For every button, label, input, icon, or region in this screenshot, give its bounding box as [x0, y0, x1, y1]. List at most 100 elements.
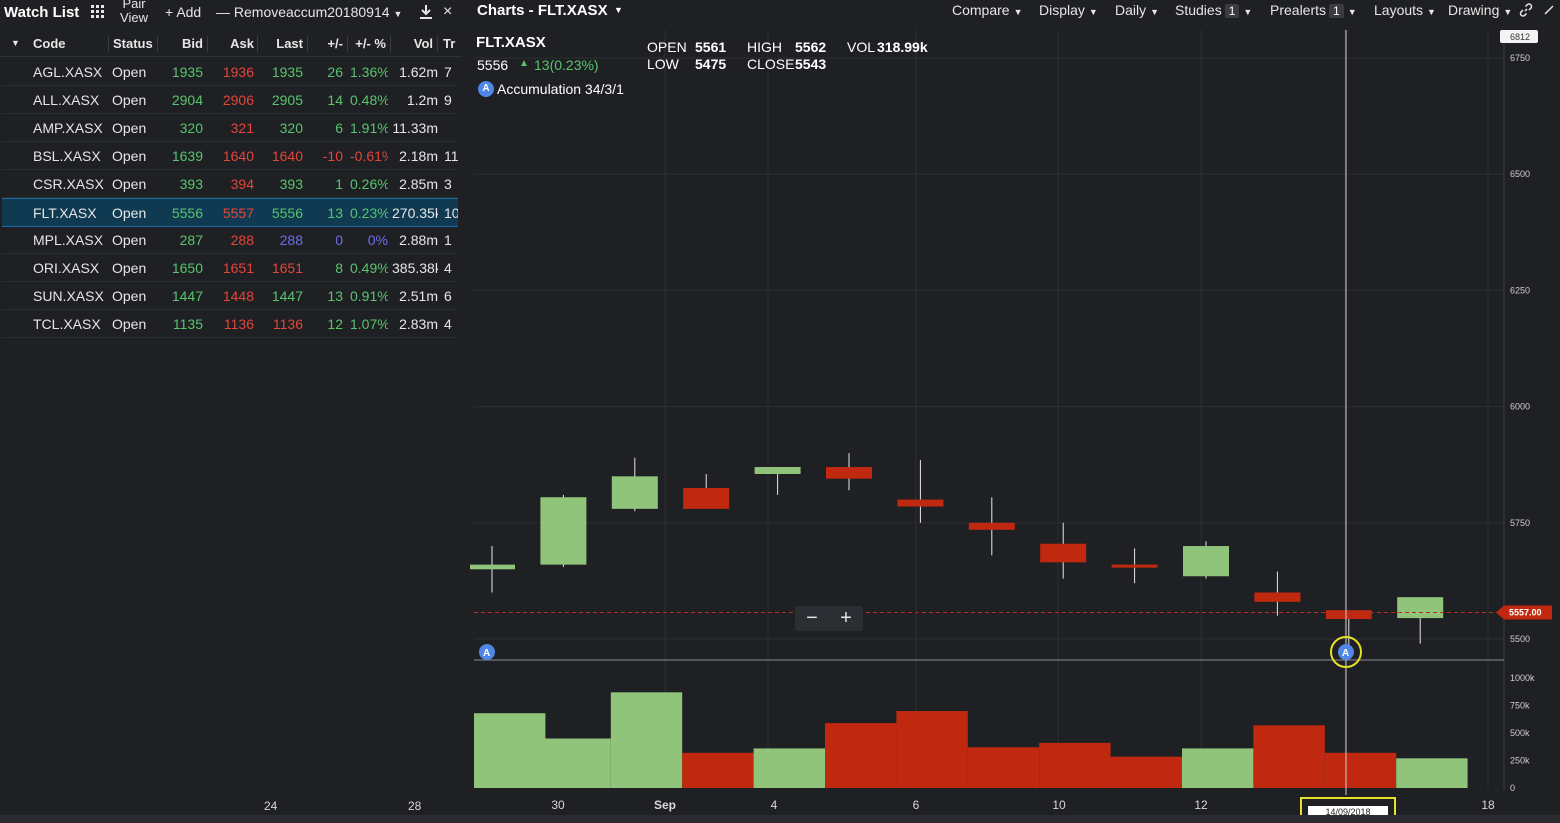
- col-change-pct[interactable]: +/- %: [348, 36, 386, 51]
- price-chart[interactable]: 6750 6500 6250 6000 5750 5500 6812 1000k 750k 500…: [470, 0, 1560, 823]
- open-value: 5561: [695, 39, 727, 55]
- cell-bid: 2904: [171, 92, 203, 108]
- volume-bar: [1396, 758, 1468, 788]
- col-last[interactable]: Last: [258, 36, 303, 51]
- cell-code: AMP.XASX: [33, 120, 103, 136]
- watchlist-row[interactable]: SUN.XASX Open 1447 1448 1447 13 0.91% 2.51m 6: [2, 282, 458, 310]
- volume-bar: [825, 723, 897, 788]
- cell-tr: 10: [444, 205, 458, 221]
- watchlist-row[interactable]: AMP.XASX Open 320 321 320 6 1.91% 11.33m: [2, 114, 458, 142]
- study-marker-icon[interactable]: A: [478, 81, 494, 97]
- volume-bar: [896, 711, 968, 788]
- x-tick-label: 30: [551, 798, 565, 812]
- study-name[interactable]: Accumulation 34/3/1: [497, 81, 624, 97]
- cell-status: Open: [112, 176, 147, 192]
- cell-vol: 385.38k: [392, 260, 438, 276]
- watchlist-row[interactable]: MPL.XASX Open 287 288 288 0 0% 2.88m 1: [2, 226, 458, 254]
- volume-tick-label: 250k: [1510, 756, 1530, 766]
- quote-box: FLT.XASX 5556 ▲ 13(0.23%) OPEN 5561 HIGH…: [474, 30, 1124, 114]
- close-label: CLOSE: [747, 56, 795, 72]
- cell-ask: 321: [230, 120, 254, 136]
- cell-chg: 12: [327, 316, 343, 332]
- remove-button[interactable]: — Remove: [216, 4, 286, 20]
- close-icon[interactable]: ×: [443, 3, 452, 21]
- cell-bid: 1650: [171, 260, 203, 276]
- volume-bar: [539, 738, 611, 788]
- study-marker-left-label: A: [483, 648, 490, 659]
- cell-vol: 11.33m: [392, 120, 438, 136]
- cell-code: ALL.XASX: [33, 92, 100, 108]
- add-button[interactable]: + Add: [165, 4, 201, 20]
- close-value: 5543: [795, 56, 827, 72]
- watchlist-row[interactable]: ALL.XASX Open 2904 2906 2905 14 0.48% 1.2m 9: [2, 86, 458, 114]
- cell-chg: 1: [335, 176, 343, 192]
- price-tick-label: 6250: [1510, 285, 1530, 295]
- volume-bar: [682, 752, 754, 788]
- col-code[interactable]: Code: [33, 36, 66, 51]
- download-icon[interactable]: [419, 4, 433, 23]
- sort-caret-icon[interactable]: ▼: [11, 38, 20, 48]
- current-price-tag-label: 5557.00: [1509, 608, 1542, 618]
- cell-last: 1447: [271, 288, 303, 304]
- zoom-out-button[interactable]: −: [797, 606, 827, 631]
- volume-bar: [1253, 725, 1325, 788]
- watchlist-row[interactable]: CSR.XASX Open 393 394 393 1 0.26% 2.85m 3: [2, 170, 458, 198]
- volume-tick-label: 750k: [1510, 701, 1530, 711]
- pair-view-button[interactable]: Pair View: [115, 0, 153, 25]
- cell-code: SUN.XASX: [33, 288, 104, 304]
- cell-pct: 0%: [367, 232, 388, 248]
- volume-tick-label: 1000k: [1510, 673, 1535, 683]
- candle-body: [897, 499, 944, 507]
- cell-last: 320: [279, 120, 303, 136]
- col-status[interactable]: Status: [113, 36, 153, 51]
- cell-status: Open: [112, 92, 147, 108]
- low-label: LOW: [647, 56, 679, 72]
- candle-body: [754, 467, 801, 474]
- col-trades[interactable]: Tr: [443, 36, 455, 51]
- cell-pct: 1.07%: [350, 316, 388, 332]
- watchlist-row[interactable]: FLT.XASX Open 5556 5557 5556 13 0.23% 270.35k 10: [2, 198, 458, 227]
- price-tick-label: 5750: [1510, 518, 1530, 528]
- cell-code: FLT.XASX: [33, 205, 97, 221]
- watchlist-name-dropdown[interactable]: accum20180914 ▼: [286, 4, 402, 20]
- cell-chg: 13: [327, 288, 343, 304]
- x-tick-label: 28: [408, 799, 422, 813]
- cell-tr: 1: [444, 232, 452, 248]
- cell-vol: 1.62m: [399, 64, 438, 80]
- candle-body: [611, 476, 658, 509]
- cell-ask: 1640: [222, 148, 254, 164]
- cell-chg: 14: [327, 92, 343, 108]
- cell-pct: 1.91%: [350, 120, 388, 136]
- volume-bar: [474, 713, 546, 788]
- x-tick-label: 4: [771, 798, 778, 812]
- watchlist-row[interactable]: TCL.XASX Open 1135 1136 1136 12 1.07% 2.83m 4: [2, 310, 458, 338]
- cell-pct: 0.49%: [350, 260, 388, 276]
- x-tick-label: 24: [264, 799, 278, 813]
- col-bid[interactable]: Bid: [158, 36, 203, 51]
- watchlist-row[interactable]: AGL.XASX Open 1935 1936 1935 26 1.36% 1.62m 7: [2, 58, 458, 86]
- grid-icon[interactable]: [91, 5, 105, 22]
- cell-ask: 1936: [222, 64, 254, 80]
- cell-ask: 1448: [222, 288, 254, 304]
- x-tick-label: 12: [1194, 798, 1208, 812]
- col-ask[interactable]: Ask: [208, 36, 254, 51]
- col-divider: [108, 36, 109, 52]
- zoom-in-button[interactable]: +: [831, 606, 861, 631]
- candle-body: [470, 564, 515, 570]
- col-change[interactable]: +/-: [308, 36, 343, 51]
- cell-vol: 2.18m: [399, 148, 438, 164]
- cell-tr: 4: [444, 316, 452, 332]
- col-volume[interactable]: Vol: [391, 36, 433, 51]
- cell-last: 1640: [271, 148, 303, 164]
- watchlist-row[interactable]: ORI.XASX Open 1650 1651 1651 8 0.49% 385.38k 4: [2, 254, 458, 282]
- cell-code: AGL.XASX: [33, 64, 103, 80]
- cell-bid: 287: [179, 232, 203, 248]
- cell-tr: 7: [444, 64, 452, 80]
- cell-last: 1136: [272, 316, 303, 332]
- col-divider: [437, 36, 438, 52]
- x-tick-label: 10: [1052, 798, 1066, 812]
- chevron-down-icon: ▼: [393, 9, 403, 19]
- x-axis-left: 24 28: [0, 795, 470, 815]
- watchlist-row[interactable]: BSL.XASX Open 1639 1640 1640 -10 -0.61% 2.18m 11: [2, 142, 458, 170]
- quote-last: 5556: [477, 57, 509, 73]
